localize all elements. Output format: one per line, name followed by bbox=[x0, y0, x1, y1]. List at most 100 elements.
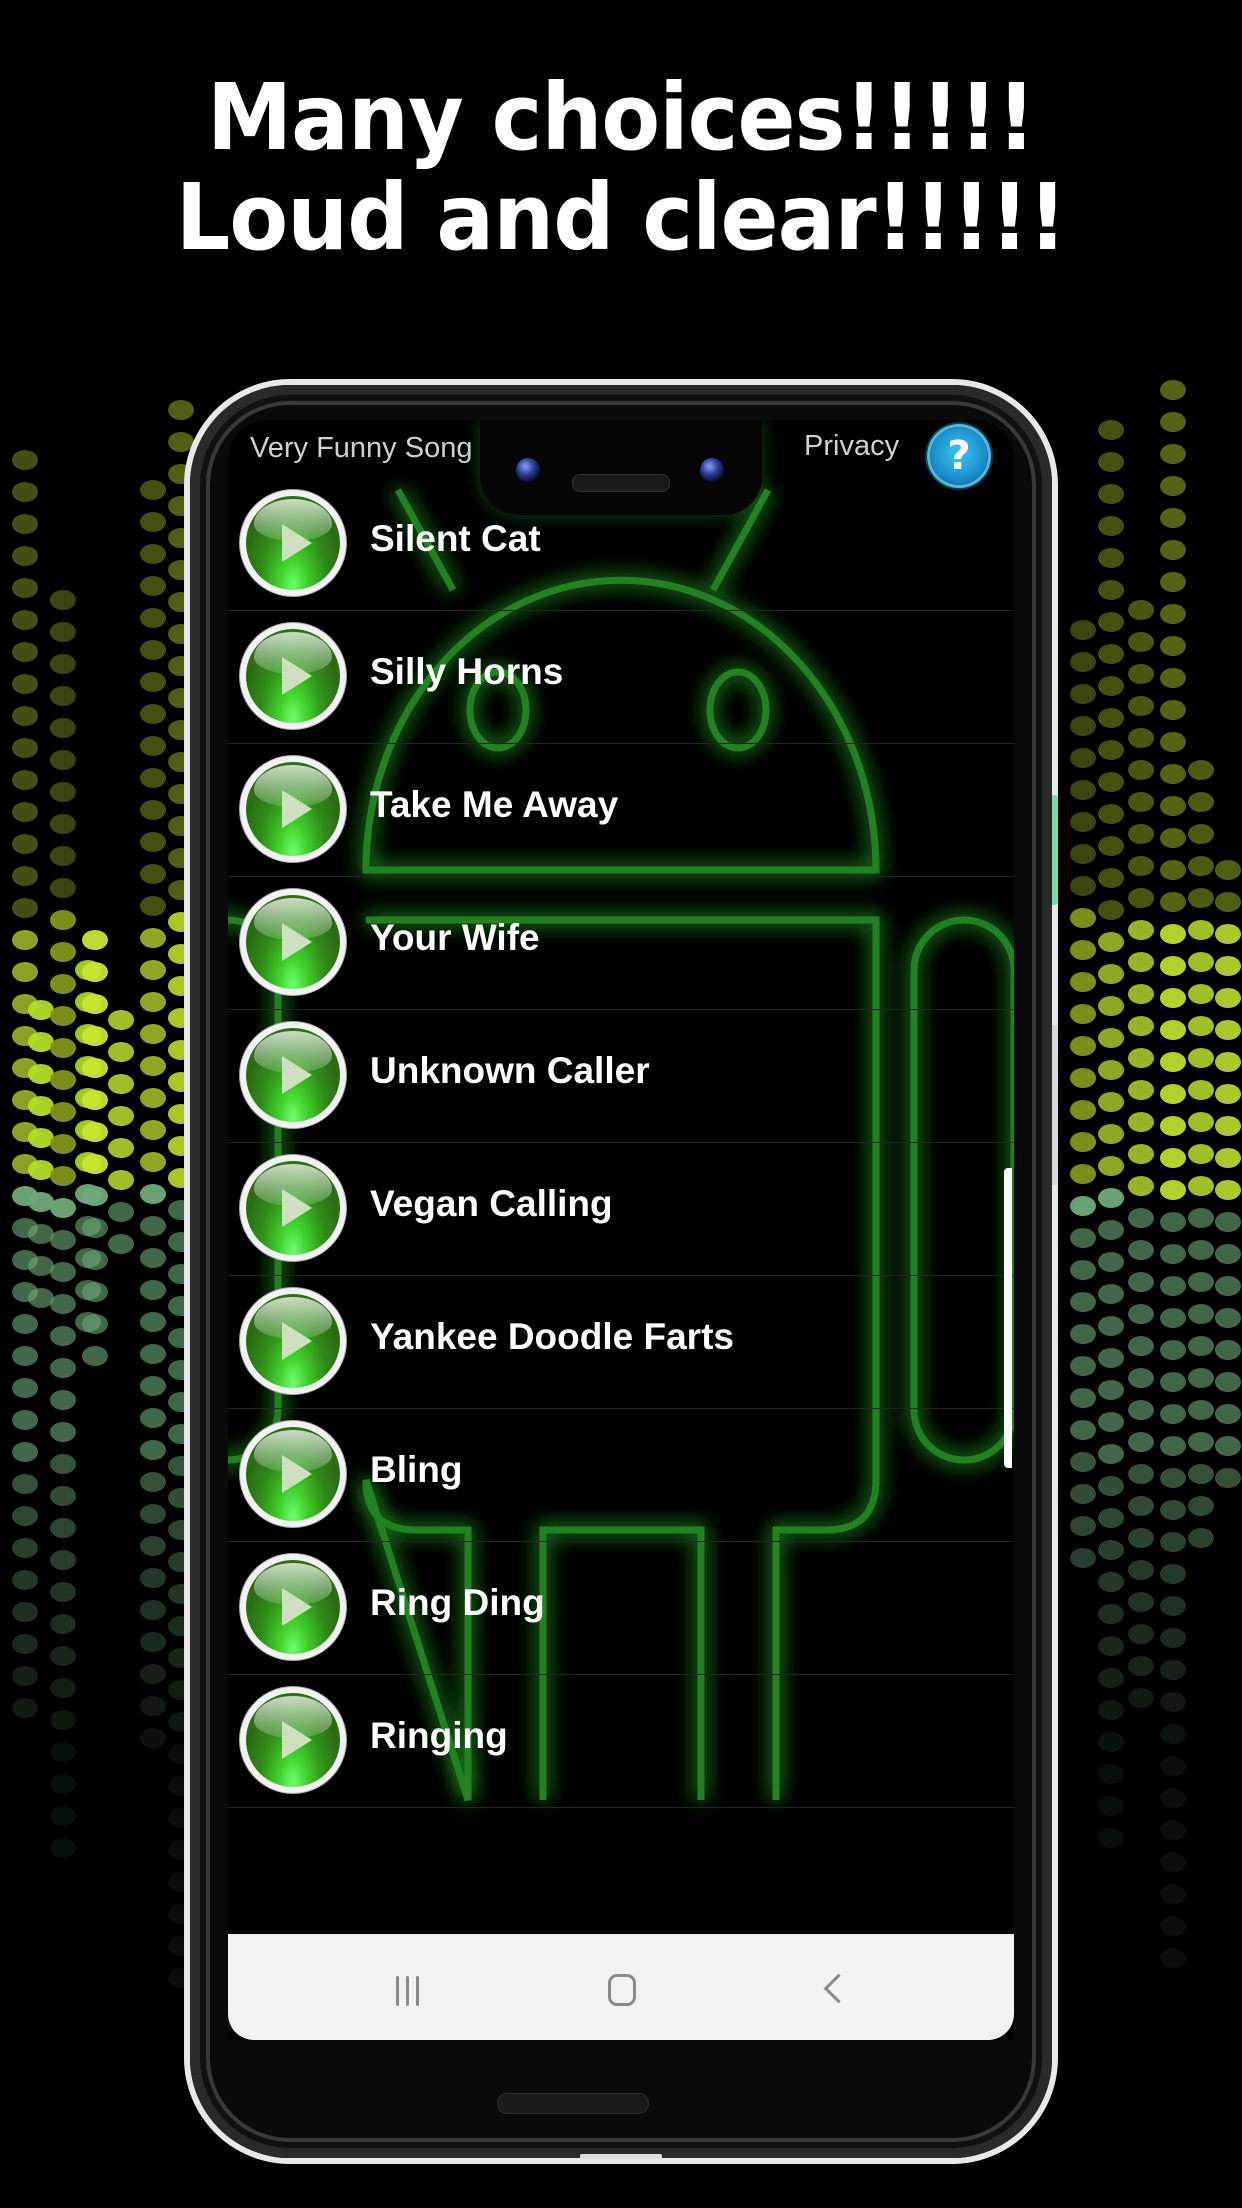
equalizer-dot bbox=[12, 1474, 38, 1494]
song-row[interactable]: Vegan Calling bbox=[228, 1143, 1014, 1276]
equalizer-dot bbox=[1160, 1500, 1186, 1520]
equalizer-dot bbox=[50, 1454, 76, 1474]
equalizer-dot bbox=[140, 544, 166, 564]
equalizer-dot bbox=[1098, 1284, 1124, 1304]
song-title: Yankee Doodle Farts bbox=[370, 1316, 734, 1357]
equalizer-dot bbox=[1098, 1444, 1124, 1464]
equalizer-dot bbox=[50, 622, 76, 642]
play-button[interactable] bbox=[240, 623, 346, 729]
equalizer-dot bbox=[1098, 1796, 1124, 1816]
equalizer-dot bbox=[1070, 748, 1096, 768]
equalizer-dot bbox=[1128, 1368, 1154, 1388]
play-triangle bbox=[282, 1056, 312, 1094]
equalizer-dot bbox=[1098, 964, 1124, 984]
equalizer-dot bbox=[1070, 1132, 1096, 1152]
equalizer-dot bbox=[1098, 1764, 1124, 1784]
equalizer-dot bbox=[50, 1838, 76, 1858]
equalizer-dot bbox=[1188, 824, 1214, 844]
equalizer-dot bbox=[140, 768, 166, 788]
equalizer-dot bbox=[140, 1696, 166, 1716]
equalizer-dot bbox=[1098, 1700, 1124, 1720]
equalizer-dot bbox=[1070, 1036, 1096, 1056]
equalizer-dot bbox=[1160, 828, 1186, 848]
play-button[interactable] bbox=[240, 889, 346, 995]
equalizer-dot bbox=[1160, 1148, 1186, 1168]
equalizer-dot bbox=[12, 962, 38, 982]
equalizer-dot bbox=[1070, 1260, 1096, 1280]
equalizer-dot bbox=[1128, 1464, 1154, 1484]
back-button[interactable] bbox=[778, 1934, 898, 2040]
equalizer-dot bbox=[50, 878, 76, 898]
equalizer-dot bbox=[1160, 1628, 1186, 1648]
equalizer-dot bbox=[1160, 1212, 1186, 1232]
equalizer-dot bbox=[12, 770, 38, 790]
equalizer-dot bbox=[1098, 708, 1124, 728]
equalizer-dot bbox=[1098, 1220, 1124, 1240]
bottom-speaker-grille bbox=[497, 2093, 649, 2114]
play-button[interactable] bbox=[240, 1687, 346, 1793]
equalizer-dot bbox=[140, 800, 166, 820]
equalizer-column bbox=[50, 590, 76, 1858]
play-triangle bbox=[282, 1588, 312, 1626]
play-button[interactable] bbox=[240, 1155, 346, 1261]
equalizer-dot bbox=[1070, 1292, 1096, 1312]
equalizer-dot bbox=[50, 1166, 76, 1186]
privacy-link[interactable]: Privacy bbox=[804, 430, 899, 463]
equalizer-dot bbox=[1160, 444, 1186, 464]
play-button[interactable] bbox=[240, 1022, 346, 1128]
play-triangle bbox=[282, 1455, 312, 1493]
recents-button[interactable] bbox=[348, 1934, 468, 2040]
song-title: Ring Ding bbox=[370, 1582, 545, 1623]
equalizer-dot bbox=[1070, 940, 1096, 960]
song-row[interactable]: Bling bbox=[228, 1409, 1014, 1542]
equalizer-dot bbox=[1160, 476, 1186, 496]
song-row[interactable]: Take Me Away bbox=[228, 744, 1014, 877]
equalizer-dot bbox=[140, 608, 166, 628]
equalizer-dot bbox=[1098, 932, 1124, 952]
play-button[interactable] bbox=[240, 490, 346, 596]
equalizer-dot bbox=[82, 1154, 108, 1174]
equalizer-dot bbox=[1128, 952, 1154, 972]
play-triangle bbox=[282, 923, 312, 961]
equalizer-dot bbox=[82, 1090, 108, 1110]
equalizer-dot bbox=[1215, 1404, 1241, 1424]
equalizer-dot bbox=[82, 1122, 108, 1142]
play-triangle bbox=[282, 657, 312, 695]
equalizer-dot bbox=[1098, 1508, 1124, 1528]
help-button[interactable]: ? bbox=[930, 427, 988, 485]
equalizer-dot bbox=[1160, 1404, 1186, 1424]
play-button[interactable] bbox=[240, 1554, 346, 1660]
play-triangle bbox=[282, 524, 312, 562]
song-row[interactable]: Ring Ding bbox=[228, 1542, 1014, 1675]
equalizer-dot bbox=[50, 1390, 76, 1410]
equalizer-dot bbox=[50, 1742, 76, 1762]
play-button[interactable] bbox=[240, 1421, 346, 1527]
home-button[interactable] bbox=[562, 1934, 682, 2040]
equalizer-dot bbox=[1128, 1336, 1154, 1356]
scrollbar[interactable] bbox=[1004, 1168, 1012, 1468]
equalizer-dot bbox=[1128, 1304, 1154, 1324]
equalizer-dot bbox=[1070, 972, 1096, 992]
equalizer-dot bbox=[140, 1440, 166, 1460]
play-button[interactable] bbox=[240, 756, 346, 862]
equalizer-dot bbox=[1160, 1372, 1186, 1392]
equalizer-dot bbox=[1128, 632, 1154, 652]
equalizer-dot bbox=[1128, 984, 1154, 1004]
equalizer-dot bbox=[1215, 1116, 1241, 1136]
equalizer-dot bbox=[1188, 760, 1214, 780]
song-row[interactable]: Unknown Caller bbox=[228, 1010, 1014, 1143]
promo-headline: Many choices!!!!! Loud and clear!!!!! bbox=[43, 68, 1198, 268]
equalizer-dot bbox=[1160, 732, 1186, 752]
song-row[interactable]: Silly Horns bbox=[228, 611, 1014, 744]
play-button[interactable] bbox=[240, 1288, 346, 1394]
song-row[interactable]: Silent Cat bbox=[228, 478, 1014, 611]
equalizer-dot bbox=[50, 1262, 76, 1282]
equalizer-dot bbox=[1128, 1496, 1154, 1516]
song-row[interactable]: Your Wife bbox=[228, 877, 1014, 1010]
song-row[interactable]: Yankee Doodle Farts bbox=[228, 1276, 1014, 1409]
equalizer-dot bbox=[140, 1184, 166, 1204]
phone-side-button-volume bbox=[1052, 1025, 1058, 1185]
song-row[interactable]: Ringing bbox=[228, 1675, 1014, 1808]
equalizer-dot bbox=[140, 1536, 166, 1556]
equalizer-dot bbox=[108, 1202, 134, 1222]
